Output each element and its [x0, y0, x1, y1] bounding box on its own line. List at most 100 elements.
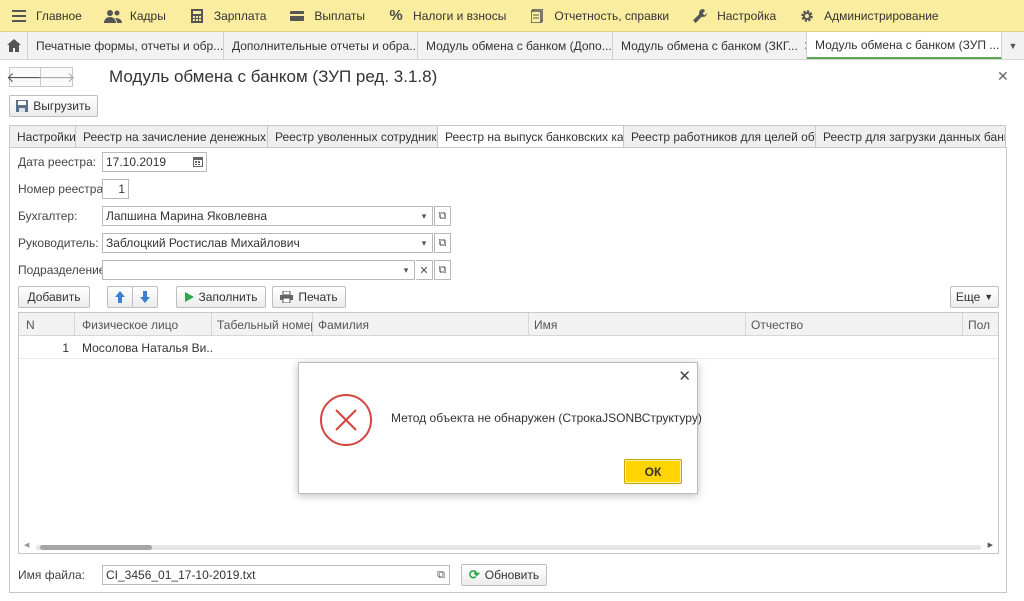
menu-item-main[interactable]: Главное: [0, 0, 94, 32]
printer-icon: [280, 291, 294, 303]
fill-button[interactable]: Заполнить: [176, 286, 266, 308]
gear-icon: [798, 7, 816, 25]
tab-workers-registry[interactable]: Реестр работников для целей объ...: [624, 125, 816, 148]
refresh-button[interactable]: ⟳ Обновить: [461, 564, 547, 586]
col-tab-number[interactable]: Табельный номер: [212, 313, 313, 336]
menu-item-payments[interactable]: Выплаты: [278, 0, 377, 32]
tab-card-issue-registry[interactable]: Реестр на выпуск банковских карт: [438, 125, 624, 148]
refresh-button-label: Обновить: [484, 568, 540, 582]
window-tab-bank-module-active[interactable]: Модуль обмена с банком (ЗУП ...✕: [807, 32, 1002, 59]
menu-item-salary[interactable]: Зарплата: [178, 0, 279, 32]
more-button-label: Еще: [955, 290, 981, 304]
print-button-label: Печать: [298, 290, 338, 304]
department-dropdown[interactable]: ▾: [398, 260, 415, 280]
open-windows-bar: Печатные формы, отчеты и обр...✕ Дополни…: [0, 32, 1024, 60]
menu-item-settings[interactable]: Настройка: [681, 0, 788, 32]
table-header: N Физическое лицо Табельный номер Фамили…: [19, 313, 998, 336]
accountant-open[interactable]: ⧉: [434, 206, 451, 226]
add-button[interactable]: Добавить: [18, 286, 90, 308]
window-tab-print-forms[interactable]: Печатные формы, отчеты и обр...✕: [28, 32, 224, 59]
arrow-up-icon: [115, 291, 125, 303]
department-open[interactable]: ⧉: [434, 260, 451, 280]
chevron-down-icon: ▼: [1008, 40, 1018, 51]
wrench-icon: [691, 7, 709, 25]
menu-item-taxes[interactable]: % Налоги и взносы: [377, 0, 518, 32]
history-nav: 🡐 🡒: [6, 67, 75, 87]
wallet-icon: [288, 7, 306, 25]
form-close-icon[interactable]: ✕: [997, 68, 1009, 85]
open-icon: ⧉: [438, 209, 447, 222]
chevron-down-icon: ▼: [984, 292, 994, 302]
tab-bank-data-registry[interactable]: Реестр для загрузки данных банк...: [816, 125, 1006, 148]
director-label: Руководитель:: [18, 236, 99, 250]
open-icon: ⧉: [438, 236, 447, 249]
number-label: Номер реестра:: [18, 182, 107, 196]
arrow-down-icon: [140, 291, 150, 303]
window-tab-additional-reports[interactable]: Дополнительные отчеты и обра...✕: [224, 32, 418, 59]
cell-tab-number: [212, 337, 313, 359]
menu-item-label: Выплаты: [314, 8, 366, 23]
tab-settings[interactable]: Настройки: [9, 125, 76, 148]
scroll-left-icon[interactable]: ◀: [24, 541, 29, 549]
menu-item-label: Главное: [36, 8, 82, 23]
window-tab-label: Модуль обмена с банком (ЗУП ...: [815, 37, 1000, 52]
menu-item-label: Зарплата: [213, 8, 267, 23]
department-field[interactable]: [102, 260, 399, 280]
number-field[interactable]: 1: [102, 179, 129, 199]
file-field[interactable]: CI_3456_01_17-10-2019.txt: [102, 565, 434, 585]
ok-button[interactable]: ОК: [624, 459, 682, 484]
window-tab-label: Модуль обмена с банком (ЗКГ...: [621, 38, 798, 53]
date-field[interactable]: 17.10.2019: [102, 152, 190, 172]
director-dropdown[interactable]: ▾: [416, 233, 433, 253]
forward-button[interactable]: 🡒: [38, 67, 75, 87]
chevron-down-icon: ▾: [421, 210, 427, 221]
menu-item-reports[interactable]: Отчетность, справки: [518, 0, 681, 32]
accountant-field[interactable]: Лапшина Марина Яковлевна: [102, 206, 417, 226]
home-button[interactable]: [0, 32, 28, 59]
col-lastname[interactable]: Фамилия: [313, 313, 529, 336]
move-down-button[interactable]: [132, 286, 158, 308]
hamburger-icon: [10, 7, 28, 25]
report-icon: [528, 7, 546, 25]
tabs-more-button[interactable]: ▼: [1002, 32, 1024, 59]
horizontal-scrollbar[interactable]: ◀ ▶: [20, 542, 997, 552]
menu-item-hr[interactable]: Кадры: [94, 0, 178, 32]
scrollbar-thumb[interactable]: [40, 545, 152, 550]
window-tab-bank-module-2[interactable]: Модуль обмена с банком (ЗКГ...✕: [613, 32, 807, 59]
accountant-dropdown[interactable]: ▾: [416, 206, 433, 226]
date-label: Дата реестра:: [18, 155, 97, 169]
add-button-label: Добавить: [27, 290, 81, 304]
file-open[interactable]: ⧉: [433, 565, 450, 585]
file-label: Имя файла:: [18, 568, 85, 582]
col-person[interactable]: Физическое лицо: [75, 313, 212, 336]
menu-item-label: Настройка: [717, 8, 777, 23]
print-button[interactable]: Печать: [272, 286, 346, 308]
col-firstname[interactable]: Имя: [529, 313, 746, 336]
play-icon: [184, 292, 194, 302]
floppy-disk-icon: [16, 100, 29, 112]
director-open[interactable]: ⧉: [434, 233, 451, 253]
col-number[interactable]: N: [19, 313, 75, 336]
upload-button[interactable]: Выгрузить: [9, 95, 98, 117]
window-tab-bank-module-1[interactable]: Модуль обмена с банком (Допо...✕: [418, 32, 613, 59]
error-dialog: ✕ Метод объекта не обнаружен (СтрокаJSON…: [298, 362, 702, 494]
col-patronymic[interactable]: Отчество: [746, 313, 963, 336]
scroll-right-icon[interactable]: ▶: [988, 541, 993, 549]
calendar-button[interactable]: [189, 152, 207, 172]
table-row[interactable]: 1 Мосолова Наталья Ви...: [19, 337, 998, 359]
col-gender[interactable]: Пол: [963, 313, 998, 336]
tab-salary-registry[interactable]: Реестр на зачисление денежных с...: [76, 125, 268, 148]
fill-button-label: Заполнить: [198, 290, 258, 304]
move-up-button[interactable]: [107, 286, 133, 308]
director-field[interactable]: Заблоцкий Ростислав Михайлович: [102, 233, 417, 253]
more-button[interactable]: Еще ▼: [950, 286, 999, 308]
menu-item-admin[interactable]: Администрирование: [788, 0, 950, 32]
back-button[interactable]: 🡐: [6, 67, 44, 87]
department-clear[interactable]: ✕: [416, 260, 433, 280]
tab-dismissed-registry[interactable]: Реестр уволенных сотрудников: [268, 125, 438, 148]
close-icon[interactable]: ✕: [678, 367, 691, 385]
calculator-icon: [188, 7, 206, 25]
chevron-down-icon: ▾: [403, 264, 409, 275]
window-tab-label: Печатные формы, отчеты и обр...: [36, 38, 224, 53]
refresh-icon: ⟳: [468, 567, 480, 582]
